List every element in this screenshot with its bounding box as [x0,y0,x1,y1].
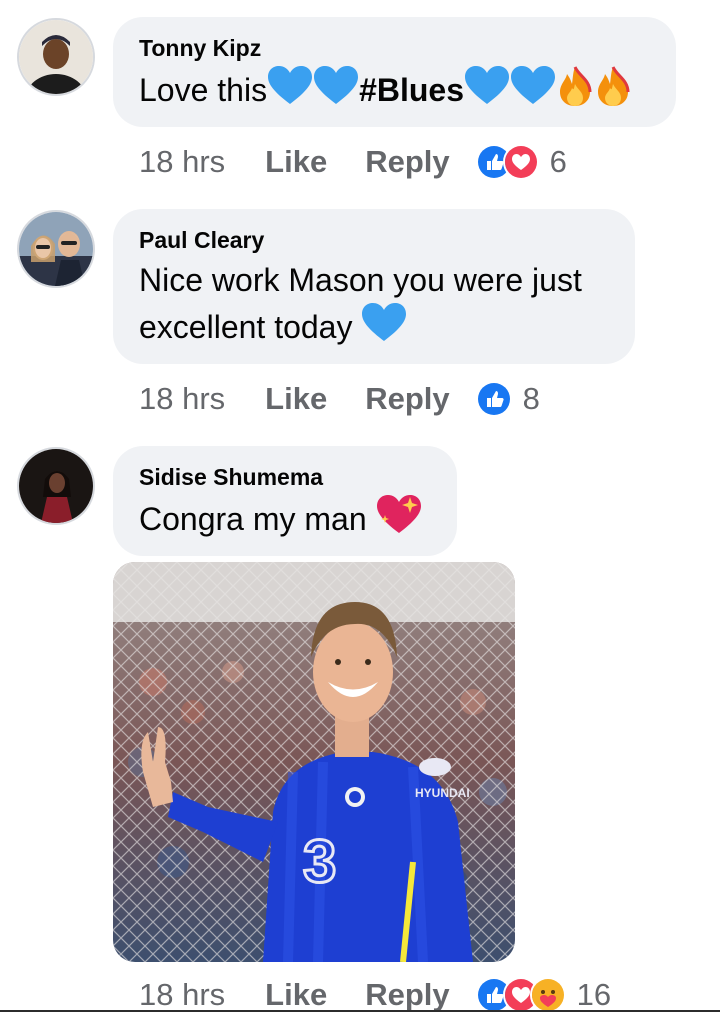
hashtag-link[interactable]: #Blues [359,72,464,108]
comment-time[interactable]: 18 hrs [139,381,225,417]
reaction-count: 6 [549,144,567,179]
reply-button[interactable]: Reply [365,977,449,1013]
jersey-sponsor-text: HYUNDAI [415,786,470,800]
comment-text-part: excellent today [139,309,353,345]
fire-icon [595,66,631,118]
blue-heart-icon [465,66,510,118]
blue-heart-icon [268,66,313,118]
avatar-photo [19,212,93,286]
comment-actions: 18 hrs Like Reply 16 [139,975,611,1015]
love-reaction-icon [502,144,539,180]
comment-bubble: Sidise Shumema Congra my man [113,446,457,556]
comment-text: Love this #Blues [139,66,650,118]
reaction-count: 16 [576,977,612,1012]
blue-heart-icon [314,66,359,118]
comment-text-part: Congra my man [139,501,367,537]
reaction-summary[interactable]: 16 [475,977,612,1013]
comment-text: Nice work Mason you were just excellent … [139,258,609,355]
reaction-summary[interactable]: 8 [475,381,540,417]
comment-bubble: Tonny Kipz Love this #Blues [113,17,676,127]
avatar[interactable] [17,18,95,96]
comment-author[interactable]: Sidise Shumema [139,463,431,491]
comment-actions: 18 hrs Like Reply 8 [139,379,540,419]
sparkling-heart-icon [376,495,421,547]
like-button[interactable]: Like [265,381,327,417]
jersey-number-text: 3 [303,828,336,895]
comment-text-line: excellent today [139,303,609,355]
like-button[interactable]: Like [265,144,327,180]
reaction-summary[interactable]: 6 [475,144,567,180]
reply-button[interactable]: Reply [365,144,449,180]
comment-author[interactable]: Paul Cleary [139,226,609,254]
football-player-photo: HYUNDAI 3 [113,562,515,962]
blue-heart-icon [511,66,556,118]
avatar[interactable] [17,447,95,525]
comment-actions: 18 hrs Like Reply 6 [139,142,567,182]
comment-bubble: Paul Cleary Nice work Mason you were jus… [113,209,635,364]
avatar[interactable] [17,210,95,288]
avatar-photo [19,449,93,523]
care-reaction-icon [529,977,566,1013]
avatar-photo [19,20,93,94]
comment-text-line: Nice work Mason you were just [139,262,582,298]
reply-button[interactable]: Reply [365,381,449,417]
like-reaction-icon [475,381,512,417]
comment-author[interactable]: Tonny Kipz [139,34,650,62]
comment-time[interactable]: 18 hrs [139,977,225,1013]
reaction-count: 8 [522,381,540,416]
blue-heart-icon [362,303,407,355]
comment-time[interactable]: 18 hrs [139,144,225,180]
comment-text: Congra my man [139,495,431,547]
fire-icon [557,66,593,118]
comment-text-part: Love this [139,72,268,108]
comment-photo-attachment[interactable]: HYUNDAI 3 [113,562,515,962]
like-button[interactable]: Like [265,977,327,1013]
